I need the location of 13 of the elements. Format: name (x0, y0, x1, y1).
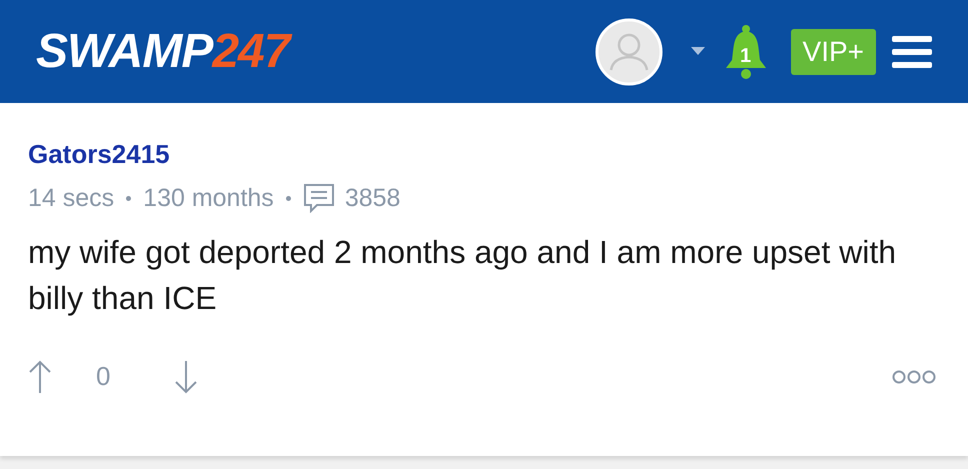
comment-text: my wife got deported 2 months ago and I am more upset with billy than ICE (28, 233, 898, 318)
upvote-arrow-icon[interactable] (28, 360, 52, 394)
caret-icon[interactable] (690, 47, 705, 56)
vote-count: 0 (96, 360, 110, 393)
post-count: 3858 (344, 183, 400, 213)
more-options-icon[interactable] (892, 370, 936, 384)
menu-icon[interactable] (892, 34, 932, 70)
avatar-icon[interactable] (594, 18, 663, 86)
downvote-arrow-icon[interactable] (174, 360, 198, 394)
membership-length: 130 months (143, 183, 274, 213)
username-link[interactable]: Gators2415 (28, 139, 940, 169)
comment-icon (302, 183, 335, 213)
post-time: 14 secs (28, 183, 114, 213)
